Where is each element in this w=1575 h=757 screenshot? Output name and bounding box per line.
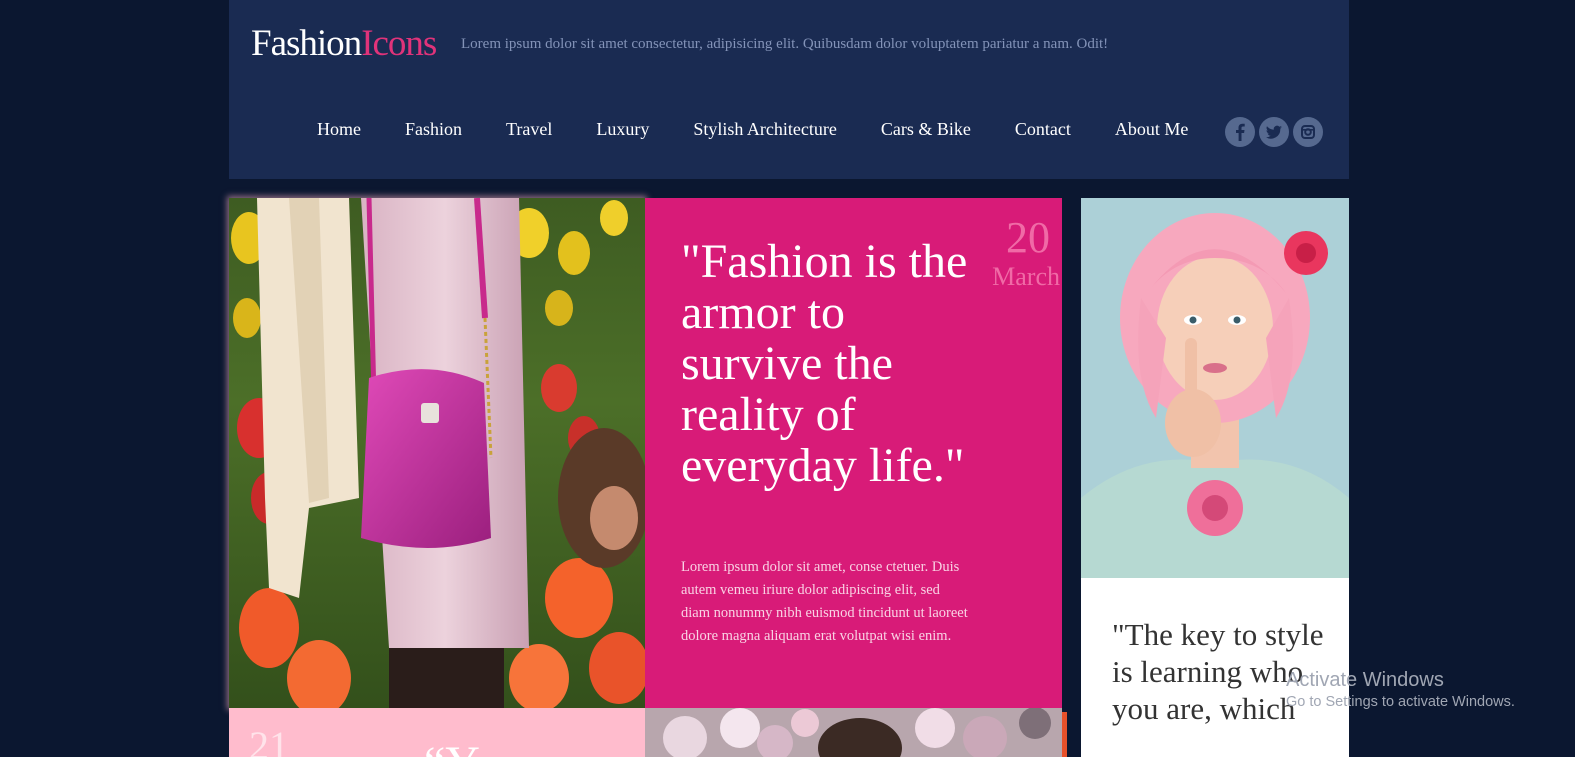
twitter-icon[interactable]: [1259, 117, 1289, 147]
main-nav: Home Fashion Travel Luxury Stylish Archi…: [317, 119, 1232, 140]
site-header: FashionIcons Lorem ipsum dolor sit amet …: [229, 0, 1349, 179]
nav-item-home[interactable]: Home: [317, 119, 361, 140]
handbag-photo[interactable]: [229, 198, 645, 708]
pink-card-quote: “Y: [424, 736, 480, 757]
nav-item-stylish-architecture[interactable]: Stylish Architecture: [693, 119, 836, 140]
windows-activation-watermark: Activate Windows Go to Settings to activ…: [1286, 669, 1515, 710]
instagram-icon[interactable]: [1293, 117, 1323, 147]
nav-item-about-me[interactable]: About Me: [1115, 119, 1189, 140]
quote-body-text: Lorem ipsum dolor sit amet, conse ctetue…: [681, 559, 968, 644]
flowers-photo[interactable]: [645, 708, 1062, 757]
handbag-photo-art: [229, 198, 645, 708]
quote-card-fashion[interactable]: 20 March "Fashion is the armor to surviv…: [645, 198, 1062, 708]
nav-item-contact[interactable]: Contact: [1015, 119, 1071, 140]
facebook-icon[interactable]: [1225, 117, 1255, 147]
site-tagline: Lorem ipsum dolor sit amet consectetur, …: [461, 36, 1109, 52]
site-logo[interactable]: FashionIcons: [251, 22, 437, 65]
quote-card-pink[interactable]: 21 “Y: [229, 708, 645, 757]
fashion-quote: "Fashion is the armor to survive the rea…: [681, 235, 968, 492]
pink-hair-photo[interactable]: [1081, 198, 1349, 578]
watermark-subtitle: Go to Settings to activate Windows.: [1286, 694, 1515, 710]
nav-item-travel[interactable]: Travel: [506, 119, 552, 140]
watermark-title: Activate Windows: [1286, 669, 1444, 691]
quote-date-month: March: [992, 262, 1060, 291]
logo-accent-text: Icons: [361, 23, 437, 64]
quote-card-style[interactable]: "The key to style is learning who you ar…: [1081, 578, 1349, 757]
pink-card-date-day: 21: [249, 723, 289, 757]
flowers-photo-art: [645, 708, 1062, 757]
pink-hair-photo-art: [1081, 198, 1349, 578]
quote-date-day: 20: [1006, 213, 1050, 262]
orange-accent-strip: [1062, 712, 1067, 757]
nav-item-fashion[interactable]: Fashion: [405, 119, 462, 140]
nav-item-cars-bike[interactable]: Cars & Bike: [881, 119, 971, 140]
social-links: [1225, 117, 1323, 147]
nav-item-luxury[interactable]: Luxury: [596, 119, 649, 140]
logo-main-text: Fashion: [251, 23, 362, 64]
